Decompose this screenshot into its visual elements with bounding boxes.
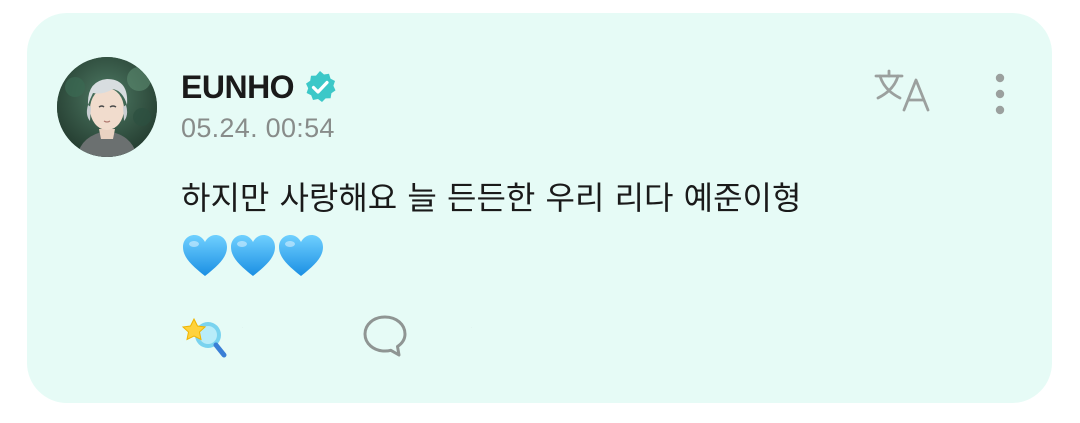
comment-bubble-icon[interactable] bbox=[361, 313, 409, 359]
blue-heart-icon bbox=[183, 235, 227, 276]
post-text: 하지만 사랑해요 늘 든든한 우리 리다 예준이형 bbox=[181, 179, 802, 217]
translate-icon[interactable] bbox=[872, 68, 936, 116]
emoji-hearts bbox=[181, 233, 325, 283]
blue-heart-icon bbox=[231, 235, 275, 276]
post-timestamp: 05.24. 00:54 bbox=[181, 113, 335, 143]
blue-heart-icon bbox=[279, 235, 323, 276]
post-card: EUNHO 05.24. 00:54 하지만 사랑해요 늘 든든한 우리 리다 … bbox=[27, 13, 1052, 403]
author-row: EUNHO bbox=[181, 67, 338, 107]
reaction-count: · bbox=[242, 325, 244, 330]
verified-badge-icon bbox=[306, 71, 336, 102]
avatar-image bbox=[57, 57, 157, 157]
star-reaction-icon[interactable] bbox=[180, 313, 230, 359]
author-name[interactable]: EUNHO bbox=[181, 69, 295, 106]
more-vertical-icon[interactable] bbox=[985, 70, 1015, 118]
comment-count: · bbox=[471, 325, 473, 330]
avatar[interactable] bbox=[57, 57, 157, 157]
